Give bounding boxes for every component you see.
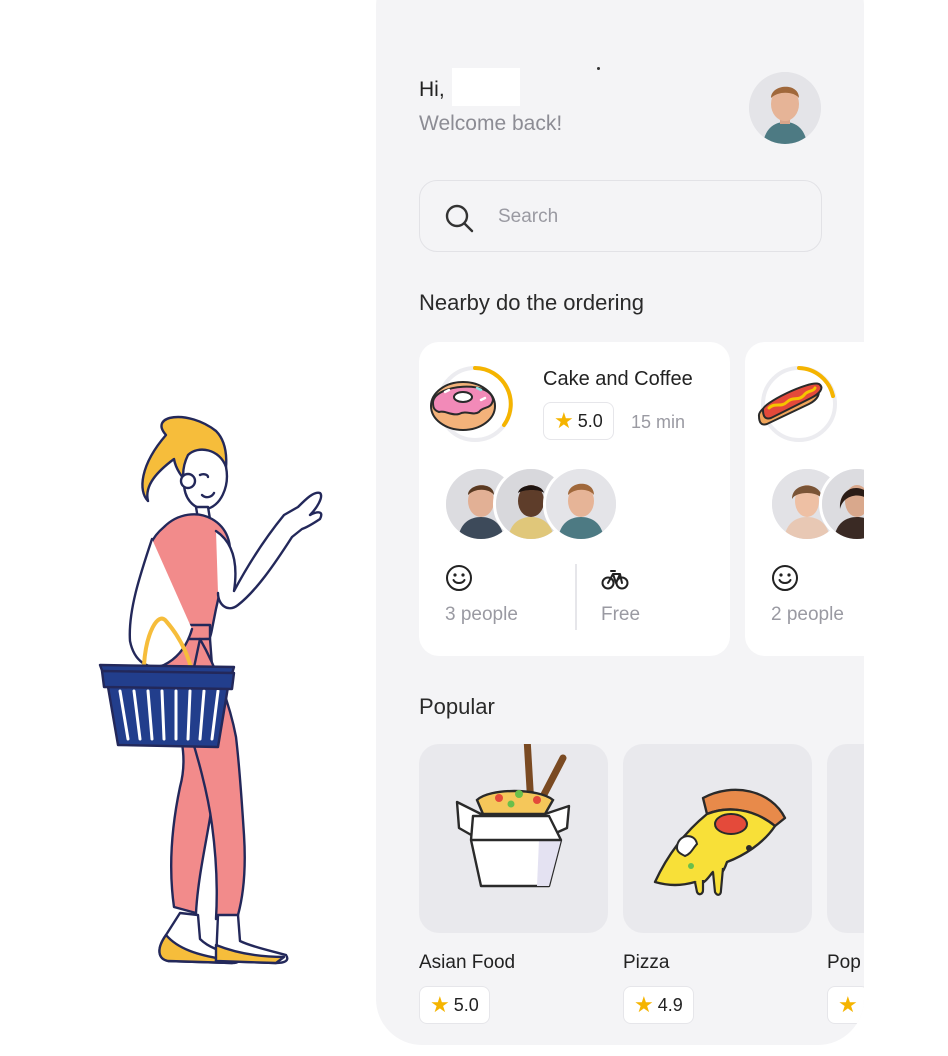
delivery-time: 15 min: [631, 412, 686, 432]
popular-item-name: Pizza: [623, 952, 670, 973]
avatar-photo: [749, 72, 821, 144]
donut-icon: [430, 366, 513, 442]
popular-item-asian-food[interactable]: [419, 744, 608, 933]
star-icon: ★: [430, 992, 450, 1017]
smiley-icon: [446, 565, 472, 591]
noodle-box-icon: [455, 744, 571, 888]
greeting-text: Hi,: [419, 78, 445, 101]
restaurant-card[interactable]: Cake and Coffee ★ 5.0 15 min 3 people Fr…: [419, 342, 730, 656]
people-count: 3 people: [445, 604, 518, 625]
popular-item-partial[interactable]: [827, 744, 864, 933]
search-input[interactable]: [498, 199, 798, 235]
restaurant-name: Cake and Coffee: [543, 368, 693, 390]
nearby-heading: Nearby do the ordering: [419, 290, 645, 315]
smiley-icon: [772, 565, 798, 591]
status-dot: [597, 67, 600, 70]
rating-badge: ★ 4.9: [623, 986, 694, 1024]
restaurant-card[interactable]: 2 people: [745, 342, 864, 656]
star-icon: ★: [838, 992, 858, 1017]
shopper-illustration: [98, 415, 323, 965]
rating-badge: ★: [827, 986, 864, 1024]
bicycle-icon: [601, 570, 629, 590]
welcome-subtitle: Welcome back!: [419, 112, 563, 135]
popular-heading: Popular: [419, 694, 495, 719]
user-name-redacted: [452, 68, 520, 106]
delivery-fee: Free: [601, 604, 641, 625]
rating-value: 5.0: [577, 410, 603, 431]
phone-frame: Hi, Welcome back! Nea: [376, 0, 864, 1045]
rating-value: 4.9: [657, 994, 683, 1015]
search-icon: [445, 204, 474, 233]
phone-screen: Hi, Welcome back! Nea: [376, 0, 864, 1056]
popular-item-name: Asian Food: [419, 952, 516, 973]
divider: [575, 564, 577, 630]
profile-avatar[interactable]: [749, 72, 821, 144]
star-icon: ★: [634, 992, 654, 1017]
pizza-slice-icon: [653, 788, 787, 896]
rating-badge: ★ 5.0: [419, 986, 490, 1024]
popular-item-pizza[interactable]: [623, 744, 812, 933]
popular-item-name: Pop: [827, 952, 861, 973]
hotdog-icon: [758, 366, 837, 442]
home-screen: Hi, Welcome back! Nea: [376, 0, 864, 1024]
people-count: 2 people: [771, 604, 844, 625]
avatar: [543, 466, 619, 542]
rating-value: 5.0: [453, 994, 479, 1015]
rating-badge: ★ 5.0: [543, 402, 614, 440]
star-icon: ★: [554, 408, 574, 433]
search-bar[interactable]: [419, 180, 822, 252]
